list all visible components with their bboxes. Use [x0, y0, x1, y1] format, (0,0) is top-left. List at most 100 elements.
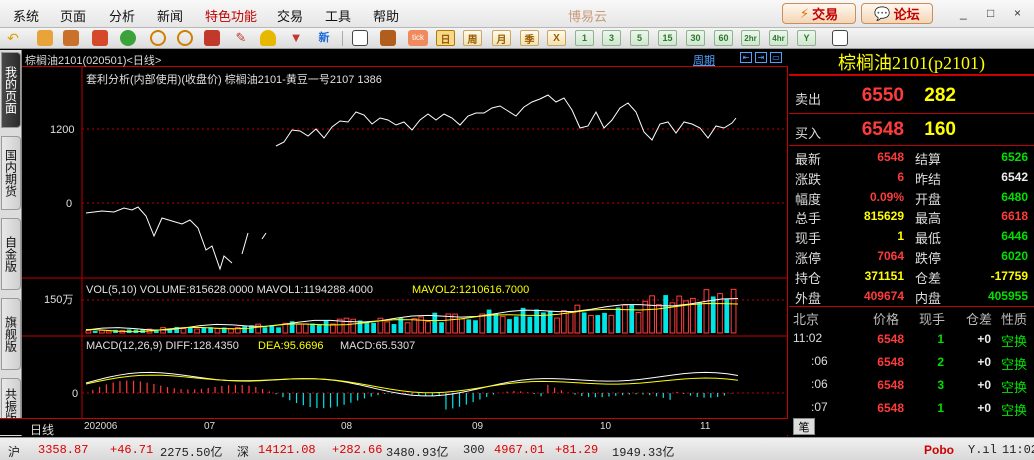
period-link[interactable]: 周期 [693, 52, 715, 68]
stat-value: 371151 [864, 268, 904, 283]
tab-domestic-futures[interactable]: 国内期货 [1, 136, 21, 210]
tab-white-gold-edition[interactable]: 自金版 [1, 218, 21, 290]
menu-tools[interactable]: 工具 [325, 6, 351, 25]
period-2hr-button[interactable]: 2hr [741, 30, 760, 46]
bid-row: 买入 6548 160 [789, 116, 1034, 144]
tick-time: :06 [811, 354, 828, 368]
period-year-button[interactable]: Y [797, 30, 816, 46]
quote-stat-row: 幅度 0.09% 开盘 6480 [789, 187, 1034, 207]
ask-label: 卖出 [795, 92, 822, 107]
period-month-button[interactable]: 月 [492, 30, 511, 46]
volume-bar [676, 295, 683, 334]
close-panel-icon[interactable]: ▭ [770, 52, 782, 63]
minimize-button[interactable]: _ [960, 6, 967, 20]
trade-button-label: 交易 [812, 7, 839, 22]
volume-bar [364, 322, 370, 333]
bid-price: 6548 [861, 119, 904, 140]
layout-icon[interactable] [832, 30, 848, 46]
menu-system[interactable]: 系统 [13, 6, 39, 25]
stat-value: 7064 [877, 249, 904, 263]
period-60min-button[interactable]: 60 [714, 30, 733, 46]
chart-area[interactable]: 套利分析(内部使用)(收盘价) 棕榈油2101-黄豆一号2107 1386 120… [22, 50, 788, 436]
table-icon[interactable] [380, 30, 396, 46]
menu-analysis[interactable]: 分析 [109, 6, 135, 25]
tick-price: 6548 [877, 401, 904, 415]
contract-title: 棕榈油2101(p2101) [789, 50, 1034, 76]
stat-label: 最高 [915, 211, 942, 227]
volume-bar [85, 329, 92, 334]
stat-label: 最低 [915, 231, 942, 247]
news-icon[interactable]: 新 [316, 30, 332, 46]
toolbar: ↶ ✎ ▼ 新 tick 日 周 月 季 X 1 3 5 15 30 60 2h… [0, 28, 1034, 49]
sh-change: +46.71 [110, 443, 154, 457]
app-title: 博易云 [568, 9, 608, 24]
volume-bar [92, 331, 98, 333]
ticks-tab[interactable]: 笔 [793, 418, 815, 435]
close-button[interactable]: × [1014, 6, 1021, 20]
period-week-button[interactable]: 周 [463, 30, 482, 46]
zoom-out-icon[interactable] [177, 30, 193, 46]
stat-value: 1 [897, 229, 904, 244]
period-3min-button[interactable]: 3 [602, 30, 621, 46]
menu-special-features[interactable]: 特色功能 [205, 6, 257, 25]
volume-bar [398, 318, 404, 333]
period-5min-button[interactable]: 5 [630, 30, 649, 46]
volume-bar [513, 316, 519, 333]
volume-bar [384, 321, 391, 334]
volume-bar [567, 311, 574, 334]
ticks-header-oi-diff: 仓差 [966, 312, 993, 327]
period-day-button[interactable]: 日 [436, 30, 455, 46]
stat-label: 最新 [795, 152, 822, 167]
menu-news[interactable]: 新闻 [157, 6, 183, 25]
refresh-icon[interactable] [120, 30, 136, 46]
forum-button[interactable]: 💬 论坛 [861, 3, 933, 24]
sz-change: +282.66 [332, 443, 383, 457]
period-30min-button[interactable]: 30 [686, 30, 705, 46]
maximize-button[interactable]: □ [987, 6, 994, 20]
volume-bar [296, 323, 302, 334]
tick-price: 6548 [877, 355, 904, 369]
period-quarter-button[interactable]: 季 [520, 30, 539, 46]
volume-bar [194, 328, 200, 334]
menu-page[interactable]: 页面 [60, 6, 86, 25]
layers-icon[interactable] [63, 30, 79, 46]
period-x-button[interactable]: X [547, 30, 566, 46]
shrink-icon[interactable]: ⇤ [740, 52, 752, 63]
volume-mavol2-label: MAVOL2:1210616.7000 [412, 284, 529, 296]
list-icon[interactable] [352, 30, 368, 46]
ask-row: 卖出 6550 282 [789, 82, 1034, 110]
menu-help[interactable]: 帮助 [373, 6, 399, 25]
volume-bar [608, 314, 615, 334]
period-4hr-button[interactable]: 4hr [769, 30, 788, 46]
pen-icon[interactable]: ✎ [233, 30, 249, 46]
chart-canvas[interactable]: 套利分析(内部使用)(收盘价) 棕榈油2101-黄豆一号2107 1386 120… [22, 50, 788, 418]
tab-my-pages[interactable]: 我的页面 [1, 52, 21, 128]
tick-icon[interactable]: tick [408, 30, 428, 46]
toolbar-separator [342, 31, 343, 46]
window-icon[interactable] [204, 30, 220, 46]
tick-qty: 3 [937, 378, 944, 392]
trade-button[interactable]: ⚡ 交易 [782, 3, 856, 24]
volume-bar [493, 313, 499, 333]
volume-bar [214, 328, 221, 334]
tab-flagship-edition[interactable]: 旗舰版 [1, 298, 21, 370]
home-icon[interactable] [37, 30, 53, 46]
volume-bar [180, 328, 187, 334]
bid-label: 买入 [795, 126, 822, 141]
filter-icon[interactable]: ▼ [288, 30, 304, 46]
zoom-in-icon[interactable] [150, 30, 166, 46]
main-pane-title: 套利分析(内部使用)(收盘价) 棕榈油2101-黄豆一号2107 1386 [86, 72, 382, 86]
period-1min-button[interactable]: 1 [575, 30, 594, 46]
stat-value: 6020 [1001, 249, 1028, 263]
tick-qty: 1 [937, 332, 944, 346]
quote-stat-row: 涨停 7064 跌停 6020 [789, 246, 1034, 266]
screen-icon[interactable] [92, 30, 108, 46]
back-icon[interactable]: ↶ [5, 30, 21, 46]
volume-bar [574, 304, 581, 334]
magic-hat-icon[interactable] [260, 30, 276, 46]
tick-oi-diff: +0 [977, 355, 991, 369]
menu-trade[interactable]: 交易 [277, 6, 303, 25]
period-15min-button[interactable]: 15 [658, 30, 677, 46]
expand-icon[interactable]: ⇥ [755, 52, 767, 63]
volume-bar [486, 309, 492, 333]
